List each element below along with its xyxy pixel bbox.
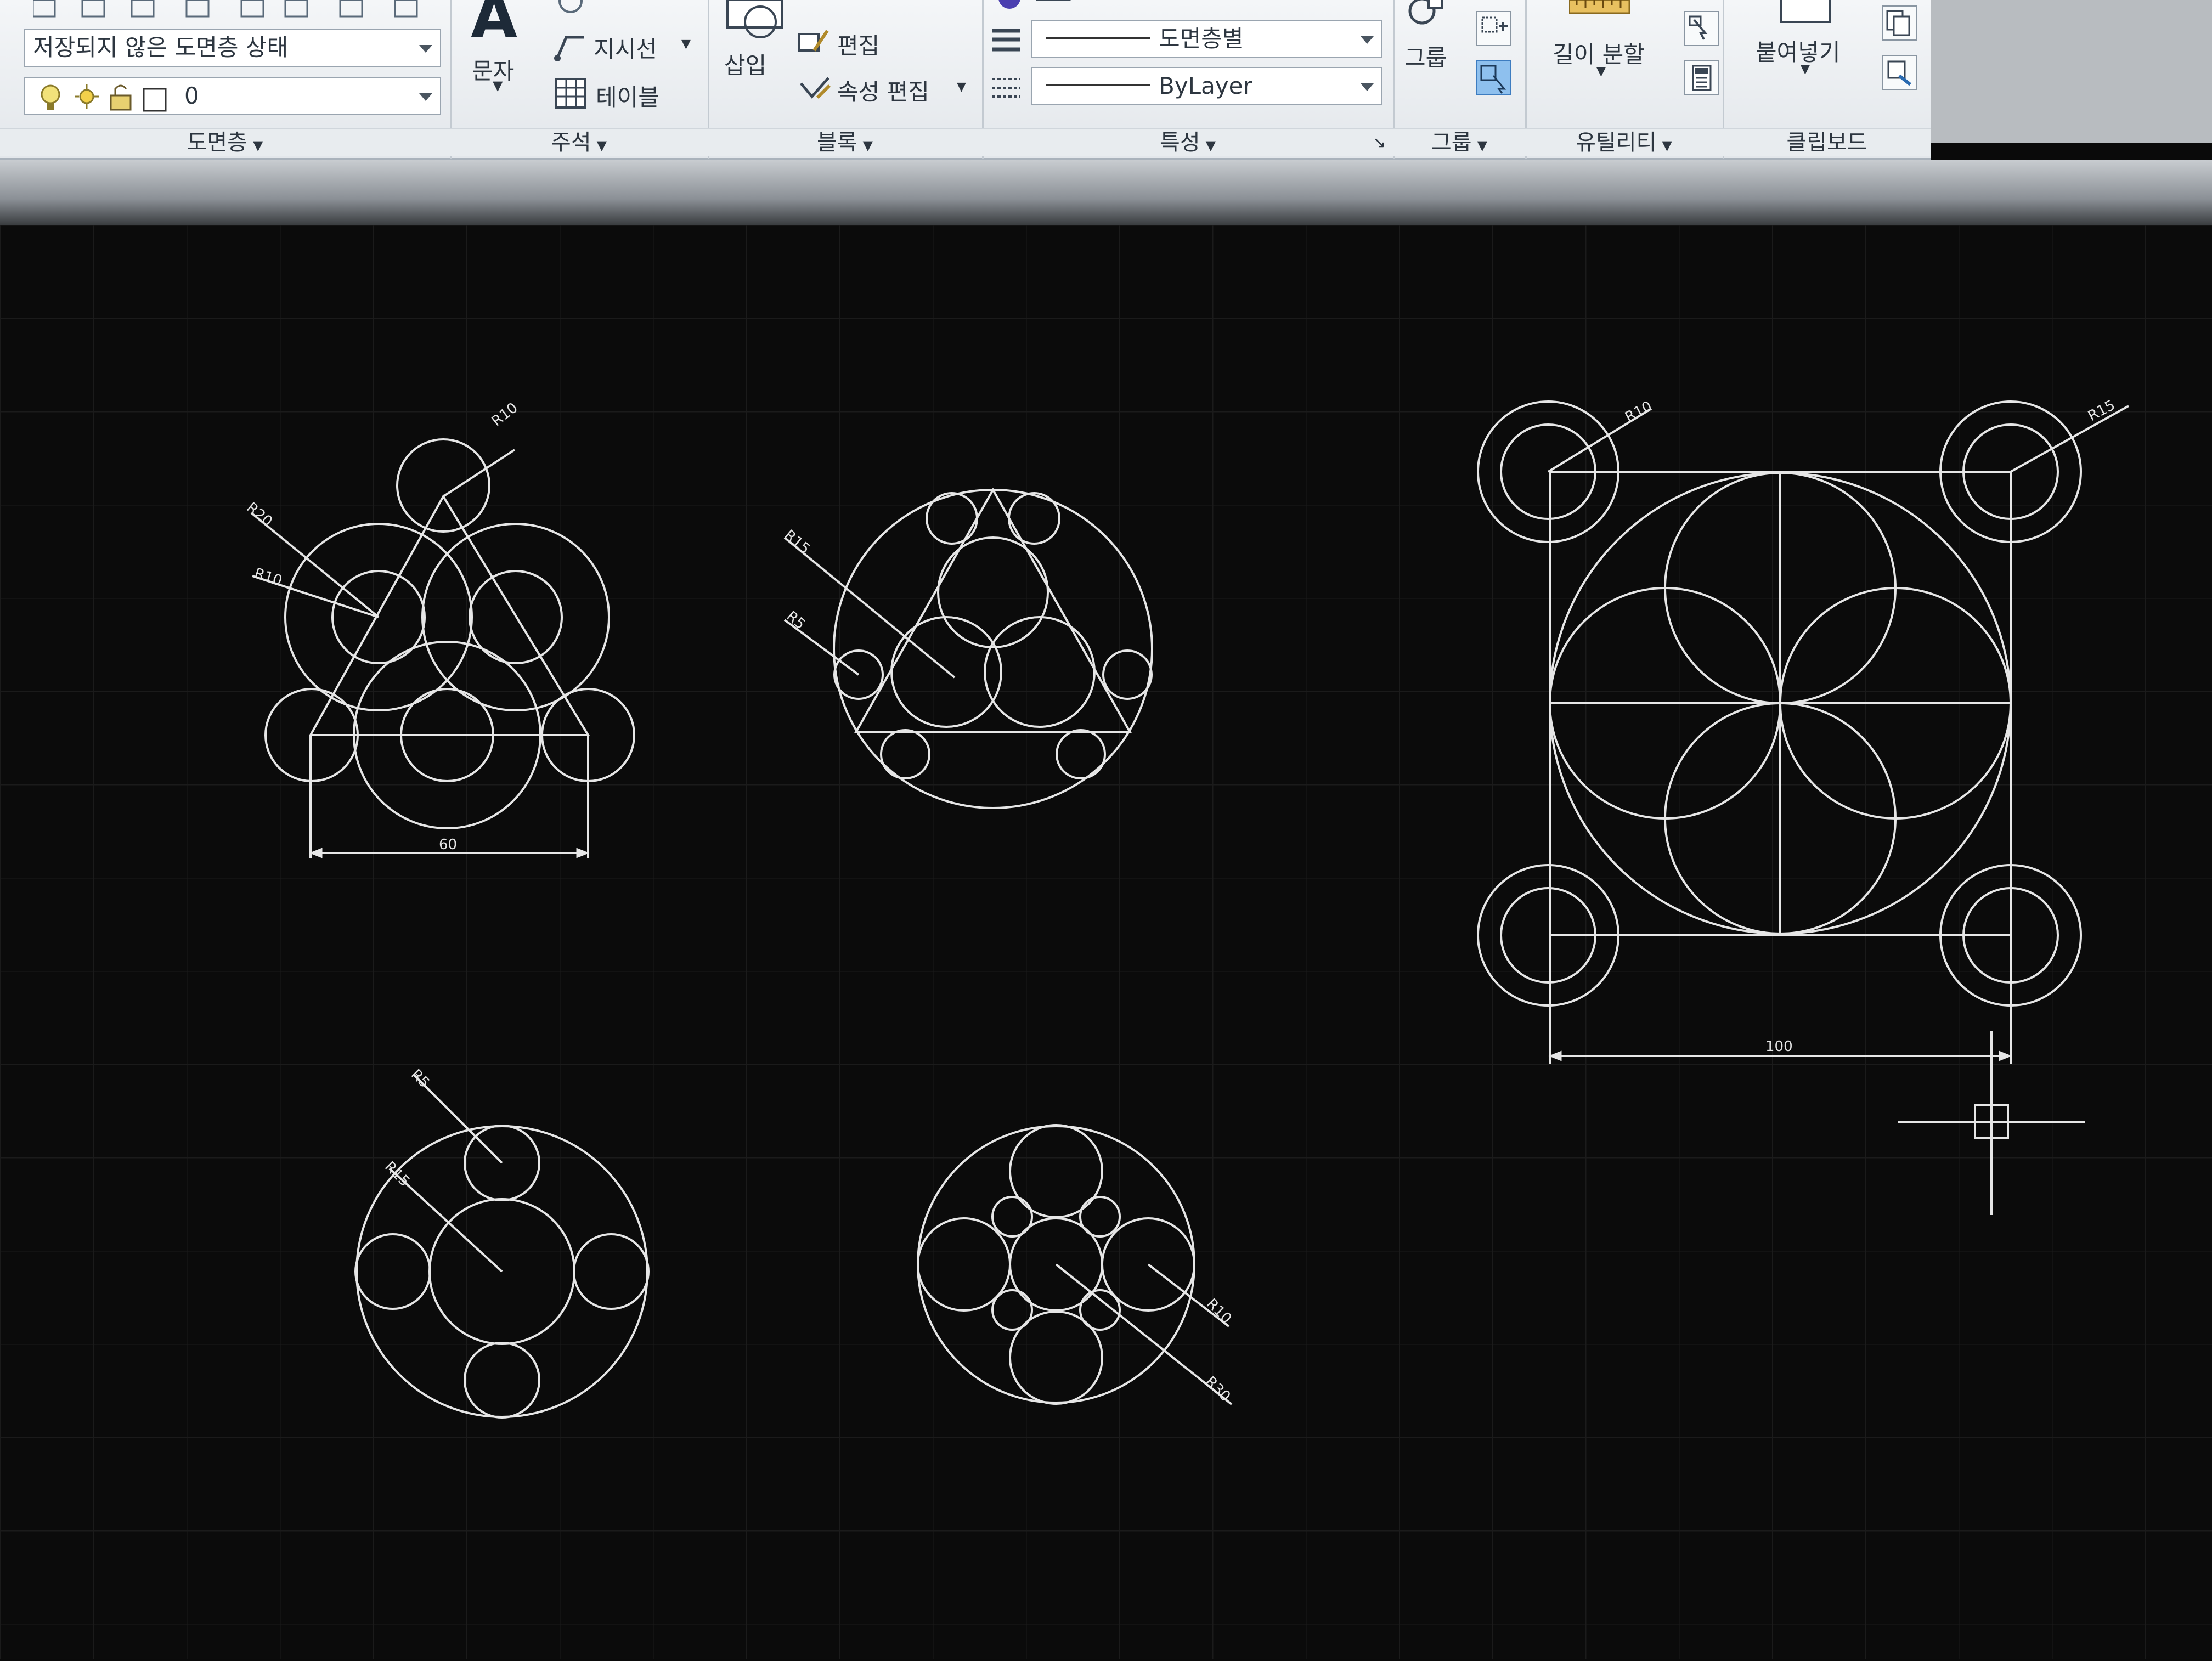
leader-dropdown-arrow[interactable]: ▼ bbox=[681, 37, 691, 51]
annotation-panel: A 문자 ▼ 지시선 ▼ 테이블 주석 ▼ bbox=[450, 0, 709, 159]
model-space[interactable]: R10 R20 R10 60 R15 R5 R10 R15 100 R5 R15… bbox=[0, 225, 2212, 1659]
paste-button[interactable]: 붙여넣기 bbox=[1756, 34, 1841, 67]
chevron-down-icon bbox=[1361, 36, 1374, 44]
linetype-icon bbox=[990, 71, 1023, 106]
table-button[interactable]: 테이블 bbox=[596, 79, 659, 112]
lineweight-icon bbox=[990, 24, 1023, 59]
drawing-canvas[interactable]: R10 R20 R10 60 R15 R5 R10 R15 100 R5 R15… bbox=[0, 225, 2212, 1659]
attribute-edit-button[interactable]: 속성 편집 bbox=[837, 74, 929, 107]
clipboard-panel-title[interactable]: 클립보드 bbox=[1723, 128, 1931, 156]
table-icon bbox=[554, 77, 587, 112]
attribute-edit-icon bbox=[795, 72, 834, 108]
line-sample-icon bbox=[1046, 37, 1150, 39]
insert-block-icon[interactable] bbox=[716, 0, 793, 46]
file-tab-bar-area bbox=[0, 160, 2212, 225]
color-swatch-icon[interactable] bbox=[993, 0, 1103, 13]
annotation-panel-title[interactable]: 주석 ▼ bbox=[450, 128, 708, 156]
properties-panel-title[interactable]: 특성 ▼ ↘ bbox=[982, 128, 1393, 156]
utility-panel-title[interactable]: 유틸리티 ▼ bbox=[1525, 128, 1723, 156]
match-properties-icon[interactable] bbox=[1882, 55, 1917, 90]
paste-dropdown-arrow[interactable]: ▼ bbox=[1801, 63, 1810, 76]
linetype-combo[interactable]: ByLayer bbox=[1031, 67, 1383, 105]
ribbon: 저장되지 않은 도면층 상태 0 도면층 ▼ A 문자 ▼ 지시선 ▼ 테이블 … bbox=[0, 0, 1931, 160]
layer-combo[interactable]: 0 bbox=[24, 77, 441, 115]
measure-icon[interactable] bbox=[1568, 0, 1635, 19]
ribbon-background-extension bbox=[1931, 0, 2212, 143]
line-sample-icon bbox=[1046, 84, 1150, 86]
layer-panel: 저장되지 않은 도면층 상태 0 도면층 ▼ bbox=[0, 0, 452, 159]
drawing-grid bbox=[0, 225, 2212, 1659]
linetype-value: ByLayer bbox=[1159, 72, 1252, 99]
quick-select-icon[interactable] bbox=[1684, 11, 1719, 46]
current-layer-value: 0 bbox=[184, 82, 199, 109]
copy-icon[interactable] bbox=[1882, 5, 1917, 41]
group-button[interactable]: 그룹 bbox=[1404, 39, 1447, 73]
text-icon[interactable]: A bbox=[466, 0, 527, 52]
text-dropdown-arrow[interactable]: ▼ bbox=[493, 78, 503, 93]
attribute-edit-dropdown-arrow[interactable]: ▼ bbox=[957, 80, 966, 94]
chevron-down-icon bbox=[419, 45, 432, 53]
clipboard-panel: 붙여넣기 ▼ 클립보드 bbox=[1723, 0, 1931, 159]
chevron-down-icon bbox=[419, 93, 432, 101]
leader-icon bbox=[552, 30, 588, 65]
edit-button[interactable]: 편집 bbox=[837, 27, 879, 61]
calculator-icon[interactable] bbox=[1684, 60, 1719, 95]
utility-panel: 길이 분할 ▼ 유틸리티 ▼ bbox=[1525, 0, 1724, 159]
lineweight-value: 도면층별 bbox=[1159, 25, 1244, 52]
svg-text:A: A bbox=[471, 0, 517, 49]
leader-button[interactable]: 지시선 bbox=[594, 31, 657, 64]
partial-tool-icon[interactable] bbox=[554, 0, 587, 19]
measure-dropdown-arrow[interactable]: ▼ bbox=[1596, 65, 1606, 78]
dim-d3-width: 100 bbox=[1765, 1038, 1793, 1055]
lineweight-combo[interactable]: 도면층별 bbox=[1031, 20, 1383, 58]
group-icon[interactable] bbox=[1398, 0, 1453, 37]
insert-button[interactable]: 삽입 bbox=[724, 47, 766, 81]
dim-d1-width: 60 bbox=[439, 837, 457, 853]
layer-state-value: 저장되지 않은 도면층 상태 bbox=[33, 34, 289, 61]
layer-panel-title[interactable]: 도면층 ▼ bbox=[0, 128, 450, 156]
properties-panel: 도면층별 ByLayer 특성 ▼ ↘ bbox=[982, 0, 1395, 159]
group-select-icon[interactable] bbox=[1476, 60, 1511, 95]
block-panel-title[interactable]: 블록 ▼ bbox=[708, 128, 982, 156]
panel-launcher-icon[interactable]: ↘ bbox=[1373, 129, 1386, 156]
group-panel-title[interactable]: 그룹 ▼ bbox=[1393, 128, 1525, 156]
paste-icon[interactable] bbox=[1775, 0, 1841, 30]
layer-toolbar-icons[interactable] bbox=[32, 0, 428, 22]
layer-state-combo[interactable]: 저장되지 않은 도면층 상태 bbox=[24, 29, 441, 67]
layer-status-icons bbox=[36, 82, 179, 122]
edit-block-icon bbox=[795, 26, 831, 59]
group-edit-icon[interactable] bbox=[1476, 11, 1511, 46]
block-panel: 삽입 편집 속성 편집 ▼ 블록 ▼ bbox=[708, 0, 984, 159]
chevron-down-icon bbox=[1361, 83, 1374, 91]
group-panel: 그룹 그룹 ▼ bbox=[1393, 0, 1527, 159]
